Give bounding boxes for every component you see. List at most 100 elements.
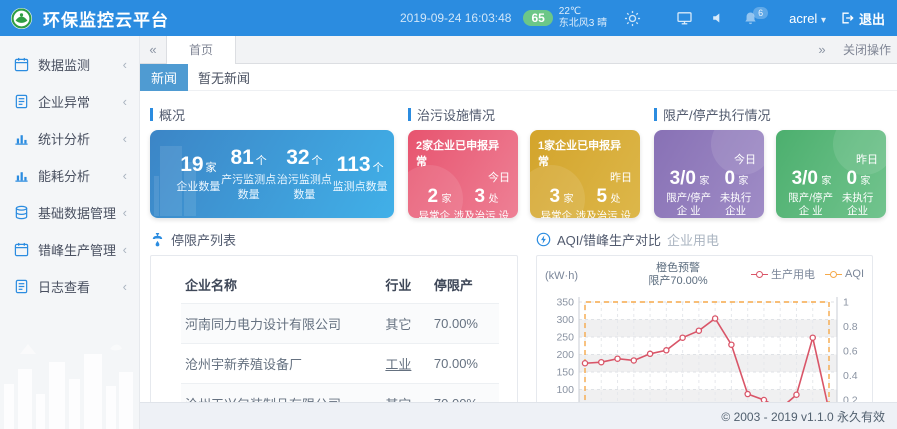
section-title-restriction: 限产/停产执行情况 bbox=[654, 105, 886, 124]
restriction-list-panel: 停限产列表 企业名称 行业 停限产 bbox=[150, 230, 518, 415]
svg-text:0.4: 0.4 bbox=[843, 370, 858, 382]
app-title: 环保监控云平台 bbox=[43, 6, 169, 31]
sidebar-item-label: 数据监测 bbox=[38, 55, 90, 74]
sidebar: 数据监测 ‹ 企业异常 ‹ 统计分析 ‹ 能耗分析 ‹ bbox=[0, 36, 140, 429]
exit-icon bbox=[840, 11, 854, 25]
legend-aqi[interactable]: AQI bbox=[825, 266, 864, 282]
warning-annotation: 橙色预警 限产70.00% bbox=[605, 262, 751, 288]
sidebar-item-label: 能耗分析 bbox=[38, 166, 90, 185]
cell-industry: 其它 bbox=[381, 304, 430, 344]
sidebar-item-label: 基础数据管理 bbox=[38, 203, 116, 222]
factory-watermark-icon bbox=[710, 130, 764, 176]
chevron-left-icon: ‹ bbox=[123, 94, 127, 109]
cell-enterprise-name: 沧州宇新养殖设备厂 bbox=[181, 344, 381, 384]
sidebar-item-label: 错峰生产管理 bbox=[38, 240, 116, 259]
close-operations-button[interactable]: 关闭操作 bbox=[835, 41, 897, 58]
aqi-chart-panel: AQI/错峰生产对比 企业用电 (kW·h) 橙色预警 限产70.00% 生产用… bbox=[536, 230, 873, 415]
sidebar-item-statistics[interactable]: 统计分析 ‹ bbox=[0, 120, 139, 157]
tab-bar: « 首页 » 关闭操作 bbox=[140, 36, 897, 64]
document-icon bbox=[14, 279, 29, 294]
calendar-icon bbox=[14, 242, 29, 257]
legend-marker-icon bbox=[751, 271, 768, 278]
chevron-left-icon: ‹ bbox=[123, 131, 127, 146]
logout-label: 退出 bbox=[859, 9, 885, 28]
monitor-icon[interactable] bbox=[676, 10, 693, 26]
scroll-tabs-left-icon[interactable]: « bbox=[140, 42, 166, 57]
logout-button[interactable]: 退出 bbox=[840, 9, 885, 28]
building-watermark-icon bbox=[154, 136, 200, 216]
col-enterprise-name: 企业名称 bbox=[181, 266, 381, 304]
svg-text:200: 200 bbox=[556, 349, 574, 361]
svg-text:250: 250 bbox=[556, 332, 574, 344]
svg-text:100: 100 bbox=[556, 384, 574, 396]
table-row[interactable]: 河南同力电力设计有限公司 其它 70.00% bbox=[181, 304, 499, 344]
treatment-today-card[interactable]: 2家企业已申报异常 今日 2 家 3 处 异常企业 涉及治污 设施 bbox=[408, 130, 518, 218]
app-window: 环保监控云平台 2019-09-24 16:03:48 65 22℃ 东北风3 … bbox=[0, 0, 897, 429]
line-chart: 35030025020015010010.80.60.40.2 bbox=[545, 290, 864, 412]
sidebar-item-energy-analysis[interactable]: 能耗分析 ‹ bbox=[0, 157, 139, 194]
sidebar-item-label: 日志查看 bbox=[38, 277, 90, 296]
datetime: 2019-09-24 16:03:48 bbox=[400, 11, 511, 25]
username: acrel bbox=[789, 11, 817, 26]
svg-text:300: 300 bbox=[556, 314, 574, 326]
speaker-icon[interactable] bbox=[711, 11, 725, 25]
treatment-yesterday-card[interactable]: 1家企业已申报异常 昨日 3 家 5 处 异常企业 涉及治污 设施 bbox=[530, 130, 640, 218]
overview-group: 概况 19家 企业数量 81个 产污监测点 数量 bbox=[150, 105, 394, 218]
bar-chart-icon bbox=[14, 131, 29, 146]
overview-card[interactable]: 19家 企业数量 81个 产污监测点 数量 32个 治污监测点 数量 113 bbox=[150, 130, 394, 218]
header-right-cluster: 2019-09-24 16:03:48 65 22℃ 东北风3 晴 bbox=[400, 6, 885, 31]
main-content: « 首页 » 关闭操作 新闻 暂无新闻 概况 bbox=[140, 36, 897, 429]
svg-text:150: 150 bbox=[556, 367, 574, 379]
cell-industry-link[interactable]: 工业 bbox=[381, 344, 430, 384]
svg-text:1: 1 bbox=[843, 297, 849, 309]
tab-home[interactable]: 首页 bbox=[166, 36, 236, 64]
chart-container: (kW·h) 橙色预警 限产70.00% 生产用电 AQI 3503002502… bbox=[536, 255, 873, 415]
stat-monitor-points: 113个 监测点数量 bbox=[333, 153, 388, 194]
svg-text:0.6: 0.6 bbox=[843, 346, 858, 358]
news-content: 暂无新闻 bbox=[198, 68, 250, 87]
chevron-left-icon: ‹ bbox=[123, 279, 127, 294]
document-icon bbox=[14, 94, 29, 109]
factory-watermark-icon bbox=[408, 164, 464, 218]
sidebar-item-staggered-production[interactable]: 错峰生产管理 ‹ bbox=[0, 231, 139, 268]
notifications-bell-icon[interactable]: 6 bbox=[743, 11, 758, 26]
restriction-today-card[interactable]: 今日 3/0 家 0 家 限产/停产企 业 未执行企业 bbox=[654, 130, 764, 218]
restriction-yesterday-card[interactable]: 昨日 3/0 家 0 家 限产/停产企 业 未执行企业 bbox=[776, 130, 886, 218]
caret-down-icon: ▾ bbox=[821, 15, 826, 26]
chart-legend: 生产用电 AQI bbox=[751, 262, 864, 282]
tab-home-label: 首页 bbox=[189, 41, 213, 58]
chevron-left-icon: ‹ bbox=[123, 57, 127, 72]
sidebar-item-log-view[interactable]: 日志查看 ‹ bbox=[0, 268, 139, 305]
svg-text:0.8: 0.8 bbox=[843, 321, 858, 333]
temperature: 22℃ bbox=[559, 6, 581, 17]
sidebar-item-data-monitoring[interactable]: 数据监测 ‹ bbox=[0, 46, 139, 83]
sidebar-item-enterprise-anomaly[interactable]: 企业异常 ‹ bbox=[0, 83, 139, 120]
cell-restriction: 70.00% bbox=[430, 304, 499, 344]
legend-production-power[interactable]: 生产用电 bbox=[751, 266, 815, 282]
sidebar-item-base-data[interactable]: 基础数据管理 ‹ bbox=[0, 194, 139, 231]
epa-logo-icon bbox=[10, 7, 33, 30]
y-axis-unit-label: (kW·h) bbox=[545, 262, 605, 282]
cell-restriction: 70.00% bbox=[430, 344, 499, 384]
database-icon bbox=[14, 205, 29, 220]
weather-summary: 22℃ 东北风3 晴 bbox=[559, 6, 607, 31]
bottom-panels-section: 停限产列表 企业名称 行业 停限产 bbox=[140, 218, 897, 415]
summary-cards-section: 概况 19家 企业数量 81个 产污监测点 数量 bbox=[140, 91, 897, 218]
sun-weather-icon bbox=[624, 10, 641, 27]
faucet-icon bbox=[150, 232, 165, 247]
chevron-left-icon: ‹ bbox=[123, 168, 127, 183]
stat-pollution-points: 81个 产污监测点 数量 bbox=[221, 146, 276, 202]
user-dropdown[interactable]: acrel ▾ bbox=[789, 11, 826, 26]
bar-chart-icon bbox=[14, 168, 29, 183]
sidebar-item-label: 企业异常 bbox=[38, 92, 90, 111]
aqi-chart-title: AQI/错峰生产对比 企业用电 bbox=[536, 230, 873, 249]
wind: 东北风3 晴 bbox=[559, 18, 607, 29]
notification-count-badge: 6 bbox=[753, 7, 768, 19]
table-row[interactable]: 沧州宇新养殖设备厂 工业 70.00% bbox=[181, 344, 499, 384]
restriction-list-title: 停限产列表 bbox=[150, 230, 518, 249]
table-header-row: 企业名称 行业 停限产 bbox=[181, 266, 499, 304]
section-title-overview: 概况 bbox=[150, 105, 394, 124]
chart-subtitle: 企业用电 bbox=[667, 230, 719, 249]
news-bar: 新闻 暂无新闻 bbox=[140, 64, 897, 91]
scroll-tabs-right-icon[interactable]: » bbox=[809, 42, 835, 57]
